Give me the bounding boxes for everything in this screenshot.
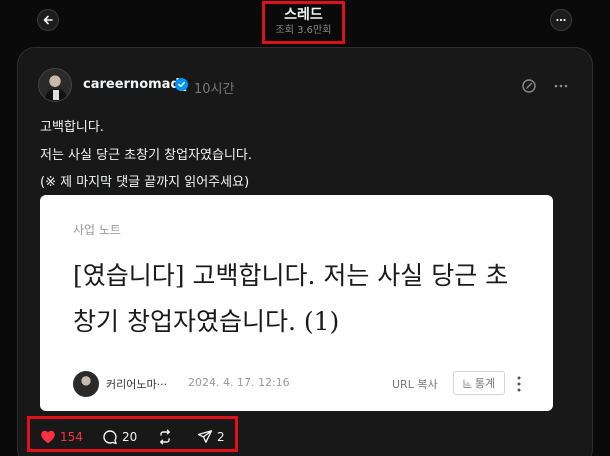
comment-icon <box>103 430 117 445</box>
author-name[interactable]: careernomad_ <box>83 77 186 92</box>
link-author-avatar <box>73 371 99 397</box>
post-time[interactable]: 10시간 <box>194 78 234 97</box>
link-date: 2024. 4. 17. 12:16 <box>188 376 290 389</box>
more-options-button[interactable] <box>550 9 572 31</box>
link-preview-card[interactable]: 사업 노트 [였습니다] 고백합니다. 저는 사실 당근 초창기 창업자였습니다… <box>40 195 553 411</box>
repost-button[interactable] <box>157 429 173 445</box>
share-icon <box>197 430 213 443</box>
like-count: 154 <box>60 430 83 444</box>
back-button[interactable] <box>37 9 59 31</box>
stats-label: 통계 <box>474 377 496 390</box>
like-button[interactable]: 154 <box>40 429 83 445</box>
url-copy-button[interactable]: URL 복사 <box>392 376 438 392</box>
share-button[interactable]: 2 <box>197 429 225 445</box>
kebab-icon[interactable] <box>516 375 522 393</box>
stats-icon <box>463 379 472 388</box>
more-icon <box>556 18 566 22</box>
link-title[interactable]: [였습니다] 고백합니다. 저는 사실 당근 초창기 창업자였습니다. (1) <box>73 253 523 345</box>
view-count: 조회 3.6만회 <box>275 25 332 36</box>
edit-icon[interactable] <box>521 78 537 94</box>
stats-button[interactable]: 통계 <box>453 371 505 395</box>
post-text-line: (※ 제 마지막 댓글 끝까지 읽어주세요) <box>40 175 250 190</box>
avatar[interactable] <box>38 68 72 102</box>
link-category: 사업 노트 <box>73 223 121 237</box>
more-icon[interactable] <box>553 78 569 94</box>
reply-count: 20 <box>122 430 138 444</box>
verified-badge-icon <box>175 78 188 91</box>
post-text-line: 고백합니다. <box>40 120 104 135</box>
repost-icon <box>160 429 170 445</box>
post-text-line: 저는 사실 당근 초창기 창업자였습니다. <box>40 148 253 163</box>
share-count: 2 <box>217 430 225 444</box>
top-bar: 스레드 조회 3.6만회 <box>0 0 610 46</box>
thread-title-box: 스레드 조회 3.6만회 <box>262 1 345 44</box>
heart-icon <box>41 430 55 444</box>
reply-button[interactable]: 20 <box>102 429 137 445</box>
page-title: 스레드 <box>284 7 323 23</box>
link-author[interactable]: 커리어노마··· <box>106 376 167 392</box>
back-arrow-icon <box>43 15 53 25</box>
